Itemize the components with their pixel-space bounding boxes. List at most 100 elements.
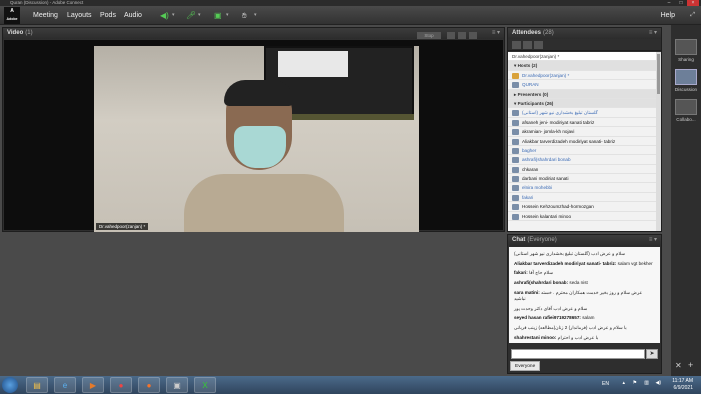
tray-up-icon[interactable]: ▴ (622, 380, 625, 386)
chat-message: سلام و عرض ادب آقای دکتر وحدت پور (514, 305, 588, 311)
flag-icon[interactable]: ⚑ (633, 380, 637, 386)
stop-video-button[interactable]: Stop (417, 32, 441, 39)
attendees-scrollbar[interactable] (656, 52, 661, 231)
clock-date: 6/9/2021 (673, 385, 693, 391)
menu-pods[interactable]: Pods (100, 6, 116, 25)
layouts-bar: Sharing Discussion Collabo... ✕ + (671, 25, 701, 376)
status-icon[interactable] (512, 41, 521, 49)
chat-message: fakari: سلام حاج آقا (514, 270, 554, 276)
language-indicator[interactable]: EN (602, 381, 609, 387)
list-item[interactable]: darbani modiriat sanati (508, 174, 661, 184)
list-item[interactable]: afsaneh jeni- modiriyat sanati tabriz (508, 118, 661, 128)
list-item[interactable]: bagher (508, 146, 661, 156)
chevron-down-icon[interactable]: ▾ (254, 10, 257, 21)
video-pod-count: (1) (25, 30, 33, 36)
network-icon[interactable]: ▥ (644, 380, 649, 386)
clock[interactable]: 11:17 AM 6/9/2021 (663, 378, 693, 392)
chat-message: Aliakbar tarverdizadeh modiriyat sanati-… (514, 260, 653, 266)
chat-message: سلام و عرض ادب (گلستان تبلیغ بخشداری نیو… (514, 251, 626, 256)
avatar (512, 72, 519, 79)
video-feed[interactable]: Dr.vahedpoor(zanjan) * (94, 46, 419, 232)
menu-meeting[interactable]: Meeting (33, 6, 58, 25)
chat-pod-scope: (Everyone) (527, 237, 557, 243)
chat-message: shahrestani minoo: با عرض ادب و احترام (514, 334, 599, 340)
menu-help[interactable]: Help (661, 6, 675, 25)
adobe-logo: A Adobe (4, 7, 20, 24)
layout-sharing[interactable]: Sharing (673, 39, 699, 62)
chat-pod-header: Chat (Everyone) ≡ ▾ (508, 235, 661, 246)
microphone-icon[interactable]: 🎤︎ (186, 10, 196, 21)
layout-thumbnail-icon (675, 99, 697, 115)
avatar (512, 82, 519, 89)
volume-icon[interactable]: ◀) (655, 380, 661, 386)
app-icon[interactable]: ▣ (166, 377, 188, 393)
pod-options-icon[interactable]: ≡ ▾ (649, 28, 657, 39)
section-participants[interactable]: ▾ Participants (26) (508, 98, 661, 109)
fullscreen-icon[interactable]: ⤢ (690, 10, 695, 21)
close-layouts-icon[interactable]: ✕ (675, 361, 682, 370)
section-hosts[interactable]: ▾ Hosts (2) (508, 61, 661, 71)
list-item[interactable]: akramian- jomla-kh nojavi (508, 127, 661, 137)
video-area: Dr.vahedpoor(zanjan) * (4, 40, 503, 232)
layout-collaboration[interactable]: Collabo... (673, 99, 699, 122)
send-message-icon[interactable]: ➤ (646, 349, 658, 359)
list-item[interactable]: گلستان تبلیغ بخشداری نیو شهر (استانی) (508, 108, 661, 118)
my-status-row[interactable]: Dr.vahedpoor(zanjan) * (508, 52, 661, 62)
firefox-icon[interactable]: ● (138, 377, 160, 393)
layout-discussion[interactable]: Discussion (673, 69, 699, 92)
attendees-list: Dr.vahedpoor(zanjan) * ▾ Hosts (2) Dr.va… (508, 52, 661, 231)
media-player-icon[interactable]: ▶ (82, 377, 104, 393)
section-presenters[interactable]: ▸ Presenters (0) (508, 89, 661, 99)
chrome-icon[interactable]: ● (110, 377, 132, 393)
layout-thumbnail-icon (675, 69, 697, 85)
ie-icon[interactable]: e (54, 377, 76, 393)
pod-options-icon[interactable]: ≡ ▾ (649, 235, 657, 246)
list-item[interactable]: ashrafi(shahrdari bonab (508, 155, 661, 165)
chat-pod-title: Chat (512, 237, 526, 243)
attendees-pod: Attendees (28) ≡ ▾ Dr.vahedpoor(zanjan) *… (507, 27, 662, 232)
chat-tab-everyone[interactable]: Everyone (510, 361, 541, 371)
avatar (512, 138, 519, 145)
chevron-down-icon[interactable]: ▾ (198, 10, 201, 21)
avatar (512, 129, 519, 136)
video-pod-title: Video (7, 30, 24, 36)
avatar (512, 119, 519, 126)
menu-layouts[interactable]: Layouts (67, 6, 92, 25)
list-item[interactable]: Dr.vahedpoor(zanjan) * (508, 71, 661, 81)
list-item[interactable]: chkaran (508, 165, 661, 175)
list-item[interactable]: fakari (508, 193, 661, 203)
list-item[interactable]: Aliakbar tarverdizadeh modiriyat sanati-… (508, 137, 661, 146)
avatar (512, 204, 519, 211)
attendees-pod-count: (28) (543, 30, 554, 36)
speaker-icon[interactable]: ◀) (160, 10, 169, 21)
pod-options-icon[interactable]: ≡ ▾ (492, 28, 500, 39)
avatar (512, 110, 519, 117)
list-item[interactable]: Hossein Kehzoumzhad-hormozgan (508, 202, 661, 212)
folder-icon[interactable]: ▤ (26, 377, 48, 393)
raise-hand-icon[interactable]: ✋︎ (242, 10, 247, 21)
speaker-body (184, 174, 344, 232)
taskbar: ▤ e ▶ ● ● ▣ X EN ▴ ⚑ ▥ ◀) 11:17 AM 6/9/2… (0, 376, 701, 394)
chat-pod: Chat (Everyone) ≡ ▾ سلام و عرض ادب (گلستا… (507, 234, 662, 374)
chevron-down-icon[interactable]: ▾ (172, 10, 175, 21)
excel-icon[interactable]: X (194, 377, 216, 393)
chevron-down-icon[interactable]: ▾ (226, 10, 229, 21)
list-item[interactable]: Hossein kalantari minoo (508, 212, 661, 222)
chat-message: seyed hasan rafiei9719278657: salam (514, 315, 595, 321)
role-icon[interactable] (534, 41, 543, 49)
attendees-toolbar (508, 39, 661, 51)
webcam-icon[interactable]: ▣ (214, 10, 222, 21)
chat-message: با سلام و عرض ادب (فرماندار) 2 زنان(مطال… (514, 325, 627, 331)
add-layout-icon[interactable]: + (688, 360, 693, 370)
filmstrip-view-icon[interactable] (447, 32, 455, 39)
menu-bar: A Adobe Meeting Layouts Pods Audio ◀) ▾ 🎤… (0, 6, 701, 25)
start-button[interactable] (2, 377, 18, 393)
list-item[interactable]: elnira mohebbi (508, 183, 661, 193)
grid-view-icon[interactable] (458, 32, 466, 39)
fullscreen-view-icon[interactable] (469, 32, 477, 39)
chat-input[interactable] (511, 349, 645, 359)
layout-thumbnail-icon (675, 39, 697, 55)
menu-audio[interactable]: Audio (124, 6, 142, 25)
microphone-rights-icon[interactable] (523, 41, 532, 49)
list-item[interactable]: QURAN (508, 80, 661, 90)
